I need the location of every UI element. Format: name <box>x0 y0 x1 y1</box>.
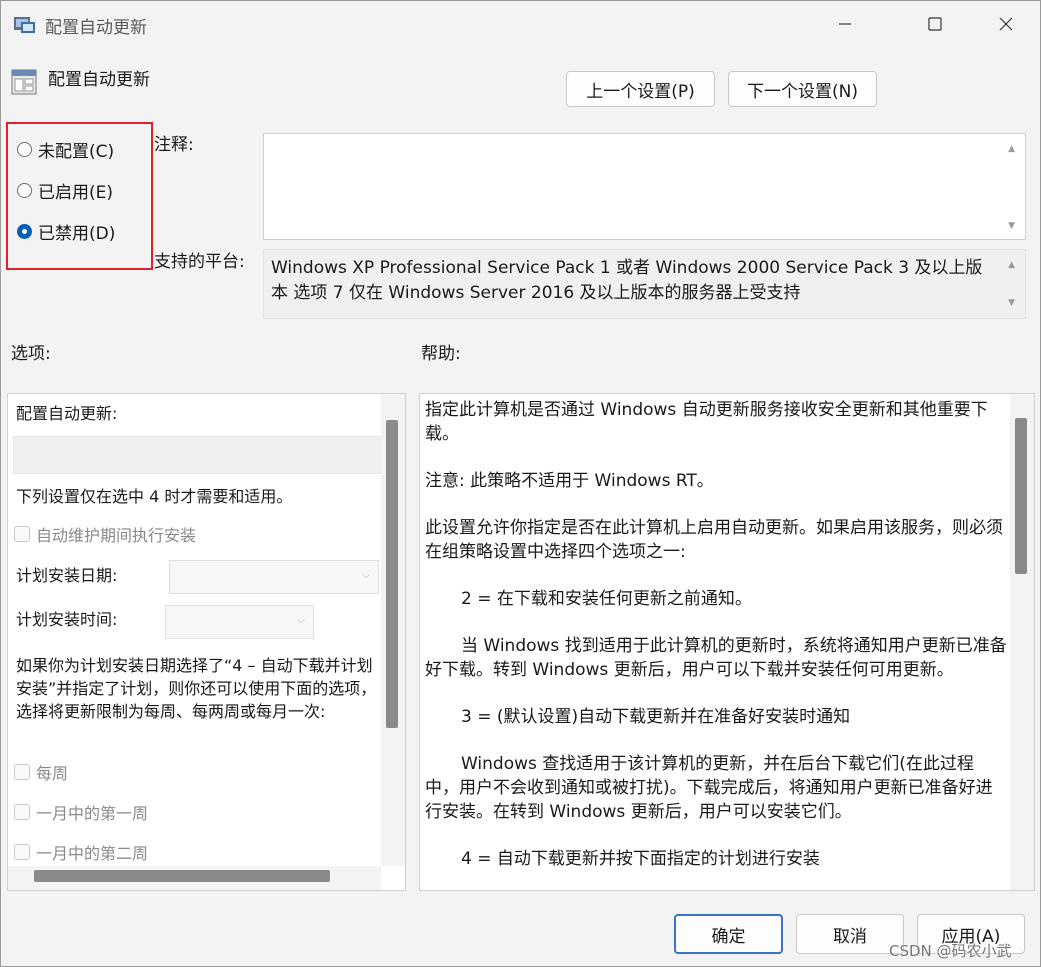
schedule-day-select[interactable]: ⌵ <box>169 560 379 594</box>
platform-box: Windows XP Professional Service Pack 1 或… <box>263 249 1026 319</box>
minimize-button[interactable] <box>815 1 875 47</box>
title-bar: 配置自动更新 <box>1 1 1040 47</box>
first-week-checkbox-row[interactable]: 一月中的第一周 <box>14 800 148 824</box>
cancel-button[interactable]: 取消 <box>796 914 904 954</box>
options-note: 下列设置仅在选中 4 时才需要和适用。 <box>16 487 293 506</box>
policy-settings-icon <box>11 69 37 95</box>
auto-maintenance-checkbox-row[interactable]: 自动维护期间执行安装 <box>14 522 196 546</box>
chevron-down-icon: ⌵ <box>362 570 370 581</box>
radio-button[interactable] <box>17 142 32 157</box>
minimize-icon <box>839 23 851 25</box>
help-paragraph: Windows 查找适用于该计算机的更新，并在后台下载它们(在此过程中，用户不会… <box>425 754 993 822</box>
close-button[interactable] <box>976 1 1036 47</box>
platform-label: 支持的平台: <box>154 252 245 272</box>
dialog-window: 配置自动更新 配置自动更新 上一个设置(P) 下一个设置(N) 未配置(C) 已… <box>0 0 1041 967</box>
help-paragraph: 此设置允许你指定是否在此计算机上启用自动更新。如果启用该服务，则必须在组策略设置… <box>425 518 1003 562</box>
help-paragraph: 3 = (默认设置)自动下载更新并在准备好安装时通知 <box>461 707 851 727</box>
ok-button[interactable]: 确定 <box>674 914 783 954</box>
checkbox[interactable] <box>14 764 30 780</box>
previous-setting-button[interactable]: 上一个设置(P) <box>566 71 715 107</box>
policy-app-icon <box>14 17 35 33</box>
scrollbar-thumb[interactable] <box>1015 418 1027 574</box>
options-panel: 配置自动更新: 下列设置仅在选中 4 时才需要和适用。 自动维护期间执行安装 计… <box>7 393 406 891</box>
options-title: 配置自动更新: <box>16 404 118 423</box>
radio-label: 已启用(E) <box>38 183 114 203</box>
help-paragraph: 当 Windows 找到适用于此计算机的更新时，系统将通知用户更新已准备好下载。… <box>425 636 1007 680</box>
window-title: 配置自动更新 <box>45 18 147 38</box>
checkbox[interactable] <box>14 526 30 542</box>
help-panel: 指定此计算机是否通过 Windows 自动更新服务接收安全更新和其他重要下载。 … <box>419 393 1035 891</box>
checkbox-label: 一月中的第一周 <box>36 804 149 823</box>
help-paragraph: 2 = 在下载和安装任何更新之前通知。 <box>461 589 752 609</box>
checkbox[interactable] <box>14 804 30 820</box>
schedule-time-select[interactable]: ⌵ <box>165 605 314 639</box>
options-horizontal-scrollbar[interactable] <box>8 866 381 890</box>
comment-textarea[interactable]: ▲ ▼ <box>263 133 1026 240</box>
radio-not-configured[interactable]: 未配置(C) <box>17 137 114 162</box>
radio-label: 已禁用(D) <box>38 224 116 244</box>
checkbox[interactable] <box>14 844 30 860</box>
policy-title: 配置自动更新 <box>48 70 150 90</box>
close-icon <box>999 17 1013 31</box>
checkbox-label: 自动维护期间执行安装 <box>36 526 197 545</box>
radio-button[interactable] <box>17 224 32 239</box>
help-content: 指定此计算机是否通过 Windows 自动更新服务接收安全更新和其他重要下载。 … <box>425 398 1007 871</box>
help-vertical-scrollbar[interactable] <box>1010 394 1034 890</box>
schedule-time-label: 计划安装时间: <box>16 610 118 629</box>
next-setting-button[interactable]: 下一个设置(N) <box>728 71 877 107</box>
schedule-day-label: 计划安装日期: <box>16 566 118 585</box>
scroll-up-icon[interactable]: ▲ <box>1008 260 1015 270</box>
comment-label: 注释: <box>154 135 194 155</box>
weekly-checkbox-row[interactable]: 每周 <box>14 760 68 784</box>
maximize-icon <box>928 17 942 31</box>
help-heading: 帮助: <box>421 344 461 364</box>
options-vertical-scrollbar[interactable] <box>381 394 405 866</box>
second-week-checkbox-row[interactable]: 一月中的第二周 <box>14 840 148 864</box>
radio-button[interactable] <box>17 183 32 198</box>
scroll-down-icon[interactable]: ▼ <box>1008 298 1015 308</box>
help-paragraph: 指定此计算机是否通过 Windows 自动更新服务接收安全更新和其他重要下载。 <box>425 400 988 444</box>
scrollbar-thumb[interactable] <box>34 870 330 882</box>
checkbox-label: 每周 <box>36 764 69 783</box>
radio-enabled[interactable]: 已启用(E) <box>17 178 113 203</box>
help-paragraph: 注意: 此策略不适用于 Windows RT。 <box>425 471 714 491</box>
scrollbar-thumb[interactable] <box>386 420 398 728</box>
radio-label: 未配置(C) <box>38 142 115 162</box>
scroll-down-icon[interactable]: ▼ <box>1008 221 1015 231</box>
maximize-button[interactable] <box>905 1 965 47</box>
auto-update-dropdown[interactable] <box>13 436 383 474</box>
radio-disabled[interactable]: 已禁用(D) <box>17 219 115 244</box>
watermark: CSDN @码农小武 <box>889 942 1012 960</box>
options-paragraph: 如果你为计划安装日期选择了“4 – 自动下载并计划安装”并指定了计划，则你还可以… <box>16 656 377 721</box>
scroll-up-icon[interactable]: ▲ <box>1008 144 1015 154</box>
checkbox-label: 一月中的第二周 <box>36 844 149 863</box>
help-paragraph: 4 = 自动下载更新并按下面指定的计划进行安装 <box>461 849 820 869</box>
chevron-down-icon: ⌵ <box>297 615 305 626</box>
platform-text: Windows XP Professional Service Pack 1 或… <box>271 258 983 303</box>
options-heading: 选项: <box>11 344 51 364</box>
